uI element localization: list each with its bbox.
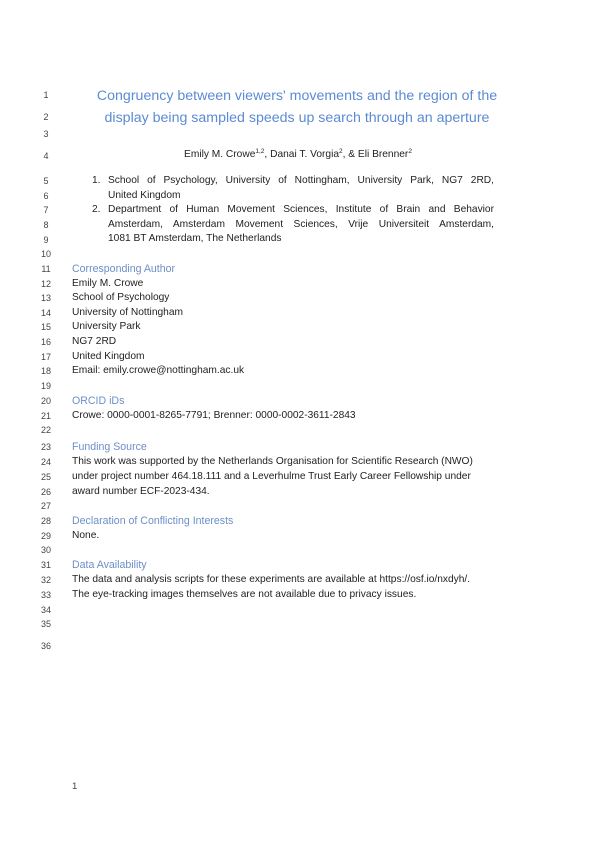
line-number: 4 xyxy=(43,151,49,161)
author-name: Emily M. Crowe xyxy=(184,149,256,160)
corresponding-line: NG7 2RD xyxy=(72,336,117,347)
author-name: Danai T. Vorgia xyxy=(270,149,339,160)
line-number: 32 xyxy=(40,575,51,585)
orcid-heading: ORCID iDs xyxy=(72,395,125,407)
line-number: 15 xyxy=(40,322,51,332)
line-number: 2 xyxy=(43,112,49,122)
paper-title-line-2: display being sampled speeds up search t… xyxy=(104,110,490,126)
line-number: 26 xyxy=(40,487,51,497)
line-number: 23 xyxy=(40,442,51,452)
line-number: 1 xyxy=(43,90,49,100)
corresponding-email[interactable]: Email: emily.crowe@nottingham.ac.uk xyxy=(72,364,244,378)
author-name: Eli Brenner xyxy=(357,149,409,160)
line-number: 34 xyxy=(40,605,51,615)
line-number: 25 xyxy=(40,472,51,482)
affiliation-item: 1. School of Psychology, University of N… xyxy=(92,174,494,203)
affiliation-item: 2. Department of Human Movement Sciences… xyxy=(92,203,494,247)
line-number: 14 xyxy=(40,308,51,318)
page-number: 1 xyxy=(72,781,78,792)
line-number: 7 xyxy=(43,205,49,215)
line-number: 5 xyxy=(43,176,49,186)
line-number: 28 xyxy=(40,516,51,526)
document-page: 1 2 3 4 5 6 7 8 9 10 11 12 13 14 15 16 1… xyxy=(0,0,595,842)
author-affiliation-marker: 2 xyxy=(408,148,412,155)
line-number: 24 xyxy=(40,457,51,467)
line-number: 6 xyxy=(43,191,49,201)
line-number: 30 xyxy=(40,545,51,555)
line-number: 20 xyxy=(40,396,51,406)
paper-title-line-1: Congruency between viewers' movements an… xyxy=(96,88,498,104)
funding-line: award number ECF-2023-434. xyxy=(72,486,210,497)
line-number: 9 xyxy=(43,235,49,245)
author-separator: , & xyxy=(342,149,358,160)
line-number: 18 xyxy=(40,366,51,376)
line-number: 19 xyxy=(40,381,51,391)
line-number: 3 xyxy=(43,129,49,139)
line-number: 29 xyxy=(40,531,51,541)
affiliation-line: Amsterdam, Amsterdam Movement Sciences, … xyxy=(108,218,494,230)
affiliation-number: 1. xyxy=(92,175,101,186)
line-number: 17 xyxy=(40,352,51,362)
corresponding-line: University Park xyxy=(72,321,141,332)
line-number: 12 xyxy=(40,279,51,289)
line-number: 36 xyxy=(40,641,51,651)
line-number: 27 xyxy=(40,501,51,511)
author-list: Emily M. Crowe1,2, Danai T. Vorgia2, & E… xyxy=(72,148,524,160)
affiliation-line: Department of Human Movement Sciences, I… xyxy=(108,204,494,215)
orcid-text: Crowe: 0000-0001-8265-7791; Brenner: 000… xyxy=(72,410,356,421)
line-number: 11 xyxy=(41,264,51,274)
affiliation-line: 1081 BT Amsterdam, The Netherlands xyxy=(108,233,282,245)
corresponding-line: University of Nottingham xyxy=(72,307,183,318)
line-number: 31 xyxy=(40,560,51,570)
data-availability-line: The eye-tracking images themselves are n… xyxy=(72,589,417,600)
data-availability-line: The data and analysis scripts for these … xyxy=(72,574,471,585)
conflicts-heading: Declaration of Conflicting Interests xyxy=(72,515,234,527)
line-number: 16 xyxy=(40,337,51,347)
line-number: 13 xyxy=(40,293,51,303)
corresponding-author-heading: Corresponding Author xyxy=(72,263,176,275)
line-number: 22 xyxy=(40,425,51,435)
funding-heading: Funding Source xyxy=(72,441,147,453)
line-number: 35 xyxy=(40,619,51,629)
line-number: 8 xyxy=(43,220,49,230)
line-number: 10 xyxy=(40,249,51,259)
corresponding-line: Emily M. Crowe xyxy=(72,278,144,289)
affiliation-number: 2. xyxy=(92,204,101,215)
affiliation-line: School of Psychology, University of Nott… xyxy=(108,175,494,186)
funding-line: under project number 464.18.111 and a Le… xyxy=(72,471,471,482)
line-number: 21 xyxy=(40,411,51,421)
corresponding-line: United Kingdom xyxy=(72,351,145,362)
corresponding-line: School of Psychology xyxy=(72,292,170,303)
affiliation-line: United Kingdom xyxy=(108,189,181,201)
line-number: 33 xyxy=(40,590,51,600)
data-availability-heading: Data Availability xyxy=(72,559,147,571)
funding-line: This work was supported by the Netherlan… xyxy=(72,456,473,467)
conflicts-text: None. xyxy=(72,530,100,541)
